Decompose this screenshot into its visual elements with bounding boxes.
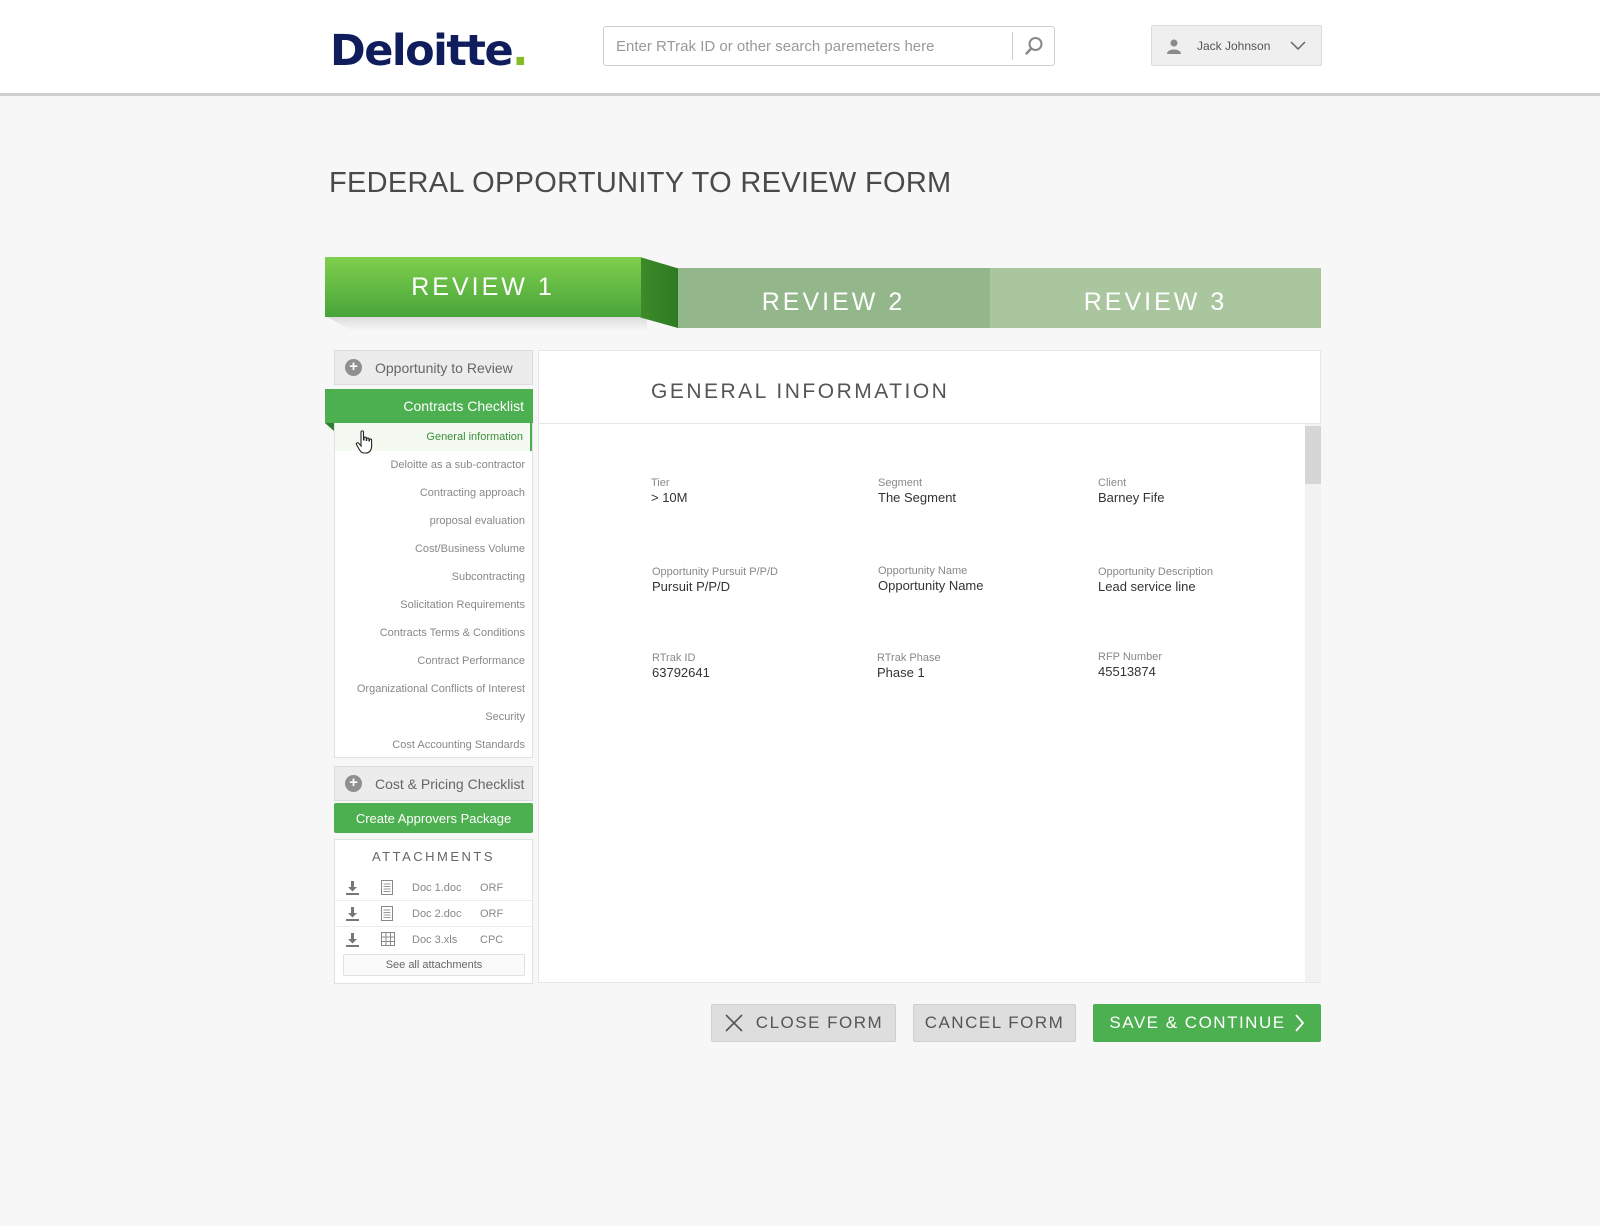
field-label: RTrak Phase [877, 652, 941, 664]
field-label: Opportunity Name [878, 565, 968, 577]
field-rtrak-id: RTrak ID 63792641 [652, 652, 710, 680]
field-label: Opportunity Description [1098, 566, 1213, 578]
scrollbar-thumb[interactable] [1305, 426, 1321, 484]
field-label: Opportunity Pursuit P/P/D [652, 566, 778, 578]
field-value: Phase 1 [877, 665, 925, 680]
hand-cursor-icon [355, 430, 373, 454]
user-icon [1167, 39, 1181, 54]
search-button[interactable] [1013, 27, 1055, 65]
sidebar-item-contracting-approach[interactable]: Contracting approach [335, 479, 532, 507]
download-icon[interactable] [345, 932, 360, 947]
field-segment: Segment The Segment [878, 477, 956, 505]
page-title: FEDERAL OPPORTUNITY TO REVIEW FORM [329, 167, 952, 199]
field-value: Pursuit P/P/D [652, 579, 731, 594]
sidebar-item-conflicts-of-interest[interactable]: Organizational Conflicts of Interest [335, 675, 532, 703]
field-label: RFP Number [1098, 651, 1162, 663]
attachment-row[interactable]: Doc 3.xls CPC [335, 927, 532, 953]
sidebar-item-security[interactable]: Security [335, 703, 532, 731]
cost-pricing-section-header[interactable]: + Cost & Pricing Checklist [334, 766, 533, 801]
field-value: Lead service line [1098, 579, 1196, 594]
sidebar-item-solicitation-requirements[interactable]: Solicitation Requirements [335, 591, 532, 619]
user-name: Jack Johnson [1197, 39, 1271, 53]
field-opportunity-pursuit: Opportunity Pursuit P/P/D Pursuit P/P/D [652, 566, 778, 594]
cancel-form-button[interactable]: CANCEL FORM [913, 1004, 1076, 1042]
attachment-type: CPC [480, 934, 504, 946]
attachment-name[interactable]: Doc 3.xls [412, 934, 457, 946]
contracts-section-header[interactable]: Contracts Checklist [325, 389, 533, 423]
ribbon-fold [325, 423, 334, 431]
tab-shadow [327, 317, 647, 331]
expand-plus-icon: + [345, 359, 362, 376]
field-opportunity-name: Opportunity Name Opportunity Name [878, 565, 984, 593]
field-value: 45513874 [1098, 664, 1156, 679]
tab-review-1[interactable]: REVIEW 1 [325, 257, 641, 317]
attachments-title: ATTACHMENTS [371, 849, 496, 864]
sidebar-item-proposal-evaluation[interactable]: proposal evaluation [335, 507, 532, 535]
sidebar-item-contract-performance[interactable]: Contract Performance [335, 647, 532, 675]
save-continue-button[interactable]: SAVE & CONTINUE [1093, 1004, 1321, 1042]
logo-text: Deloitte [330, 26, 514, 76]
sidebar-item-subcontractor[interactable]: Deloitte as a sub-contractor [335, 451, 532, 479]
search-icon [1025, 37, 1043, 55]
document-icon [381, 906, 393, 921]
spreadsheet-icon [381, 932, 395, 946]
see-all-attachments-button[interactable]: See all attachments [343, 954, 525, 976]
create-approvers-package-button[interactable]: Create Approvers Package [334, 803, 533, 833]
field-label: Tier [651, 477, 670, 489]
cost-pricing-section-label: Cost & Pricing Checklist [375, 776, 525, 792]
attachment-type: ORF [480, 882, 504, 894]
contracts-checklist-list: General information Deloitte as a sub-co… [334, 423, 533, 758]
tab-review-3[interactable]: REVIEW 3 [990, 268, 1321, 328]
sidebar-item-cost-accounting-standards[interactable]: Cost Accounting Standards [335, 731, 532, 759]
deloitte-logo[interactable]: Deloitte. [330, 26, 528, 76]
field-client: Client Barney Fife [1098, 477, 1164, 505]
attachment-name[interactable]: Doc 1.doc [412, 882, 462, 894]
close-form-label: CLOSE FORM [755, 1013, 884, 1032]
save-continue-label: SAVE & CONTINUE [1109, 1013, 1286, 1032]
attachment-row[interactable]: Doc 1.doc ORF [335, 875, 532, 901]
field-label: Segment [878, 477, 923, 489]
field-rfp-number: RFP Number 45513874 [1098, 651, 1162, 679]
attachments-box: ATTACHMENTS Doc 1.doc ORF Doc 2.doc ORF [334, 839, 533, 984]
field-value: The Segment [878, 490, 957, 505]
field-value: > 10M [651, 490, 688, 505]
opportunity-section-header[interactable]: + Opportunity to Review [334, 350, 533, 385]
user-menu[interactable]: Jack Johnson [1151, 25, 1322, 66]
sidebar-item-terms-conditions[interactable]: Contracts Terms & Conditions [335, 619, 532, 647]
close-icon [725, 1014, 743, 1032]
tab-fold [640, 257, 678, 328]
attachment-row[interactable]: Doc 2.doc ORF [335, 901, 532, 927]
opportunity-section-label: Opportunity to Review [375, 360, 513, 376]
field-opportunity-description: Opportunity Description Lead service lin… [1098, 566, 1213, 594]
general-information-panel: GENERAL INFORMATION Tier > 10M Segment T… [538, 350, 1321, 983]
sidebar-item-subcontracting[interactable]: Subcontracting [335, 563, 532, 591]
field-rtrak-phase: RTrak Phase Phase 1 [877, 652, 941, 680]
logo-dot: . [512, 26, 528, 76]
download-icon[interactable] [345, 906, 360, 921]
field-label: RTrak ID [652, 652, 696, 664]
field-value: Opportunity Name [878, 578, 984, 593]
field-tier: Tier > 10M [651, 477, 688, 505]
chevron-right-icon [1294, 1014, 1304, 1032]
search-input[interactable] [616, 27, 1001, 65]
attachment-name[interactable]: Doc 2.doc [412, 908, 462, 920]
field-value: Barney Fife [1098, 490, 1165, 505]
panel-title: GENERAL INFORMATION [651, 380, 950, 403]
sidebar-item-cost-business-volume[interactable]: Cost/Business Volume [335, 535, 532, 563]
attachment-type: ORF [480, 908, 504, 920]
chevron-down-icon [1290, 41, 1306, 51]
panel-header: GENERAL INFORMATION [539, 351, 1320, 424]
field-label: Client [1098, 477, 1127, 489]
field-value: 63792641 [652, 665, 710, 680]
tab-review-2[interactable]: REVIEW 2 [677, 268, 990, 328]
close-form-button[interactable]: CLOSE FORM [711, 1004, 896, 1042]
top-header: Deloitte. Jack Johnson [0, 0, 1600, 96]
scrollbar[interactable] [1305, 424, 1321, 982]
expand-plus-icon: + [345, 775, 362, 792]
download-icon[interactable] [345, 880, 360, 895]
search-box [603, 26, 1055, 66]
document-icon [381, 880, 393, 895]
